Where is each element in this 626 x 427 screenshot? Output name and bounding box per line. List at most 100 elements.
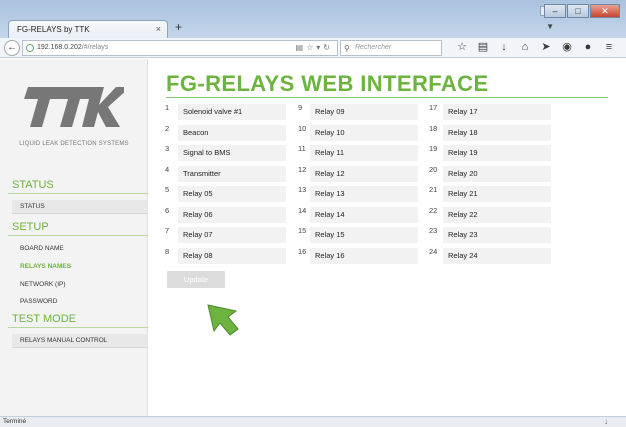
relay-number: 6 — [165, 205, 170, 215]
relay-number: 5 — [165, 185, 170, 194]
relay-number: 14 — [298, 205, 307, 215]
relay-name-field[interactable]: Relay 07 — [178, 227, 286, 243]
menu-relays-manual-control[interactable]: RELAYS MANUAL CONTROL — [12, 334, 148, 348]
menu-network[interactable]: NETWORK (IP) — [12, 278, 148, 291]
browser-titlebar: – □ ✕ FG-RELAYS by TTK × + ▼ — [0, 0, 626, 38]
relay-number: 15 — [298, 226, 307, 235]
update-button[interactable]: Update — [167, 271, 225, 288]
relay-number: 20 — [429, 164, 438, 174]
menu-icon[interactable]: ≡ — [603, 41, 615, 53]
status-text: Terminé — [3, 418, 27, 425]
url-host: 192.168.0.202 — [37, 44, 82, 51]
relay-name-field[interactable]: Relay 11 — [310, 145, 418, 161]
relay-number: 11 — [298, 144, 306, 153]
relay-number: 7 — [165, 226, 170, 235]
star-icon[interactable]: ☆ — [456, 41, 468, 53]
relay-name-field[interactable]: Relay 18 — [443, 124, 551, 141]
download-icon[interactable]: ↓ — [498, 41, 510, 53]
relay-name-field[interactable]: Relay 06 — [178, 206, 286, 223]
relay-name-field[interactable]: Relay 17 — [443, 104, 551, 120]
menu-password[interactable]: PASSWORD — [12, 295, 148, 308]
relay-name-field[interactable]: Relay 09 — [310, 104, 418, 120]
search-input[interactable]: ⚲ Rechercher — [340, 40, 442, 56]
relay-number: 22 — [429, 205, 438, 215]
title-divider — [166, 97, 608, 98]
section-setup: SETUP — [8, 219, 148, 236]
menu-relays-names[interactable]: RELAYS NAMES — [12, 260, 148, 273]
relay-name-field[interactable]: Relay 21 — [443, 186, 551, 202]
section-test-mode: TEST MODE — [8, 311, 148, 328]
chat-icon[interactable]: ● — [582, 41, 594, 53]
new-tab-button[interactable]: + — [175, 20, 182, 34]
tab-title: FG-RELAYS by TTK — [17, 25, 90, 34]
browser-toolbar: ☆ ▤ ↓ ⌂ ➤ ◉ ● ≡ — [456, 41, 615, 53]
search-placeholder: Rechercher — [355, 44, 392, 51]
globe-icon — [26, 44, 34, 52]
pocket-icon[interactable]: ◉ — [561, 41, 573, 53]
relay-name-field[interactable]: Relay 13 — [310, 186, 418, 202]
relay-name-field[interactable]: Relay 15 — [310, 227, 418, 243]
window-controls: – □ ✕ — [544, 4, 620, 18]
relay-name-field[interactable]: Relay 20 — [443, 165, 551, 182]
relay-number: 8 — [165, 246, 170, 256]
page-content: LIQUID LEAK DETECTION SYSTEMS STATUS STA… — [0, 59, 626, 416]
browser-navbar: ← 192.168.0.202/#/relays ▤☆▾↻ ⚲ Recherch… — [0, 38, 626, 58]
section-status: STATUS — [8, 177, 148, 194]
bookmark-icon[interactable]: ☆ — [306, 43, 316, 52]
clipboard-icon[interactable]: ▤ — [477, 41, 489, 53]
relay-number: 17 — [429, 103, 438, 112]
relay-name-field[interactable]: Relay 12 — [310, 165, 418, 182]
relay-number: 1 — [165, 103, 170, 112]
relay-name-field[interactable]: Relay 10 — [310, 124, 418, 141]
close-window-button[interactable]: ✕ — [590, 4, 620, 18]
tab-list-chevron-icon[interactable]: ▼ — [546, 22, 554, 31]
page-title: FG-RELAYS WEB INTERFACE — [166, 71, 489, 96]
home-icon[interactable]: ⌂ — [519, 41, 531, 53]
relay-number: 19 — [429, 144, 438, 153]
relay-number: 12 — [298, 164, 307, 174]
relay-name-field[interactable]: Relay 05 — [178, 186, 286, 202]
ttk-logo — [24, 87, 124, 127]
relay-name-field[interactable]: Relay 24 — [443, 247, 551, 264]
relay-name-field[interactable]: Solenoid valve #1 — [178, 104, 286, 120]
relay-number: 23 — [429, 226, 438, 235]
url-path: /#/relays — [81, 44, 109, 51]
relay-name-field[interactable]: Signal to BMS — [178, 145, 286, 161]
relay-number: 16 — [298, 246, 307, 256]
relay-number: 13 — [298, 185, 307, 194]
maximize-button[interactable]: □ — [567, 4, 589, 18]
download-status-icon[interactable]: ↓ — [604, 417, 608, 427]
relay-name-field[interactable]: Relay 16 — [310, 247, 418, 264]
sidebar: LIQUID LEAK DETECTION SYSTEMS STATUS STA… — [0, 59, 148, 416]
relay-number: 18 — [429, 123, 438, 133]
search-icon: ⚲ — [344, 44, 350, 53]
status-bar: Terminé ↓ — [0, 416, 626, 427]
relay-name-field[interactable]: Transmitter — [178, 165, 286, 182]
url-bar[interactable]: 192.168.0.202/#/relays ▤☆▾↻ — [22, 40, 338, 56]
relay-number: 4 — [165, 164, 170, 174]
url-bar-actions: ▤☆▾↻ — [296, 41, 333, 55]
relay-number: 21 — [429, 185, 438, 194]
reader-icon[interactable]: ▤ — [296, 43, 307, 52]
relay-number: 10 — [298, 123, 307, 133]
relay-number: 9 — [298, 103, 303, 112]
tab-close-icon[interactable]: × — [156, 24, 161, 34]
menu-board-name[interactable]: BOARD NAME — [12, 242, 148, 255]
relay-number: 24 — [429, 246, 438, 256]
relay-name-field[interactable]: Beacon — [178, 124, 286, 141]
browser-tab[interactable]: FG-RELAYS by TTK × — [8, 20, 168, 38]
relay-name-field[interactable]: Relay 22 — [443, 206, 551, 223]
minimize-button[interactable]: – — [544, 4, 566, 18]
green-arrow-cursor-icon — [207, 304, 239, 336]
back-arrow-icon[interactable]: ← — [4, 40, 20, 56]
relay-name-field[interactable]: Relay 23 — [443, 227, 551, 243]
relay-name-field[interactable]: Relay 08 — [178, 247, 286, 264]
menu-status[interactable]: STATUS — [12, 200, 148, 214]
send-icon[interactable]: ➤ — [540, 41, 552, 53]
relay-name-field[interactable]: Relay 19 — [443, 145, 551, 161]
relay-number: 2 — [165, 123, 170, 133]
reload-icon[interactable]: ↻ — [323, 43, 333, 52]
relay-name-field[interactable]: Relay 14 — [310, 206, 418, 223]
relay-number: 3 — [165, 144, 170, 153]
logo-tagline: LIQUID LEAK DETECTION SYSTEMS — [19, 141, 129, 147]
